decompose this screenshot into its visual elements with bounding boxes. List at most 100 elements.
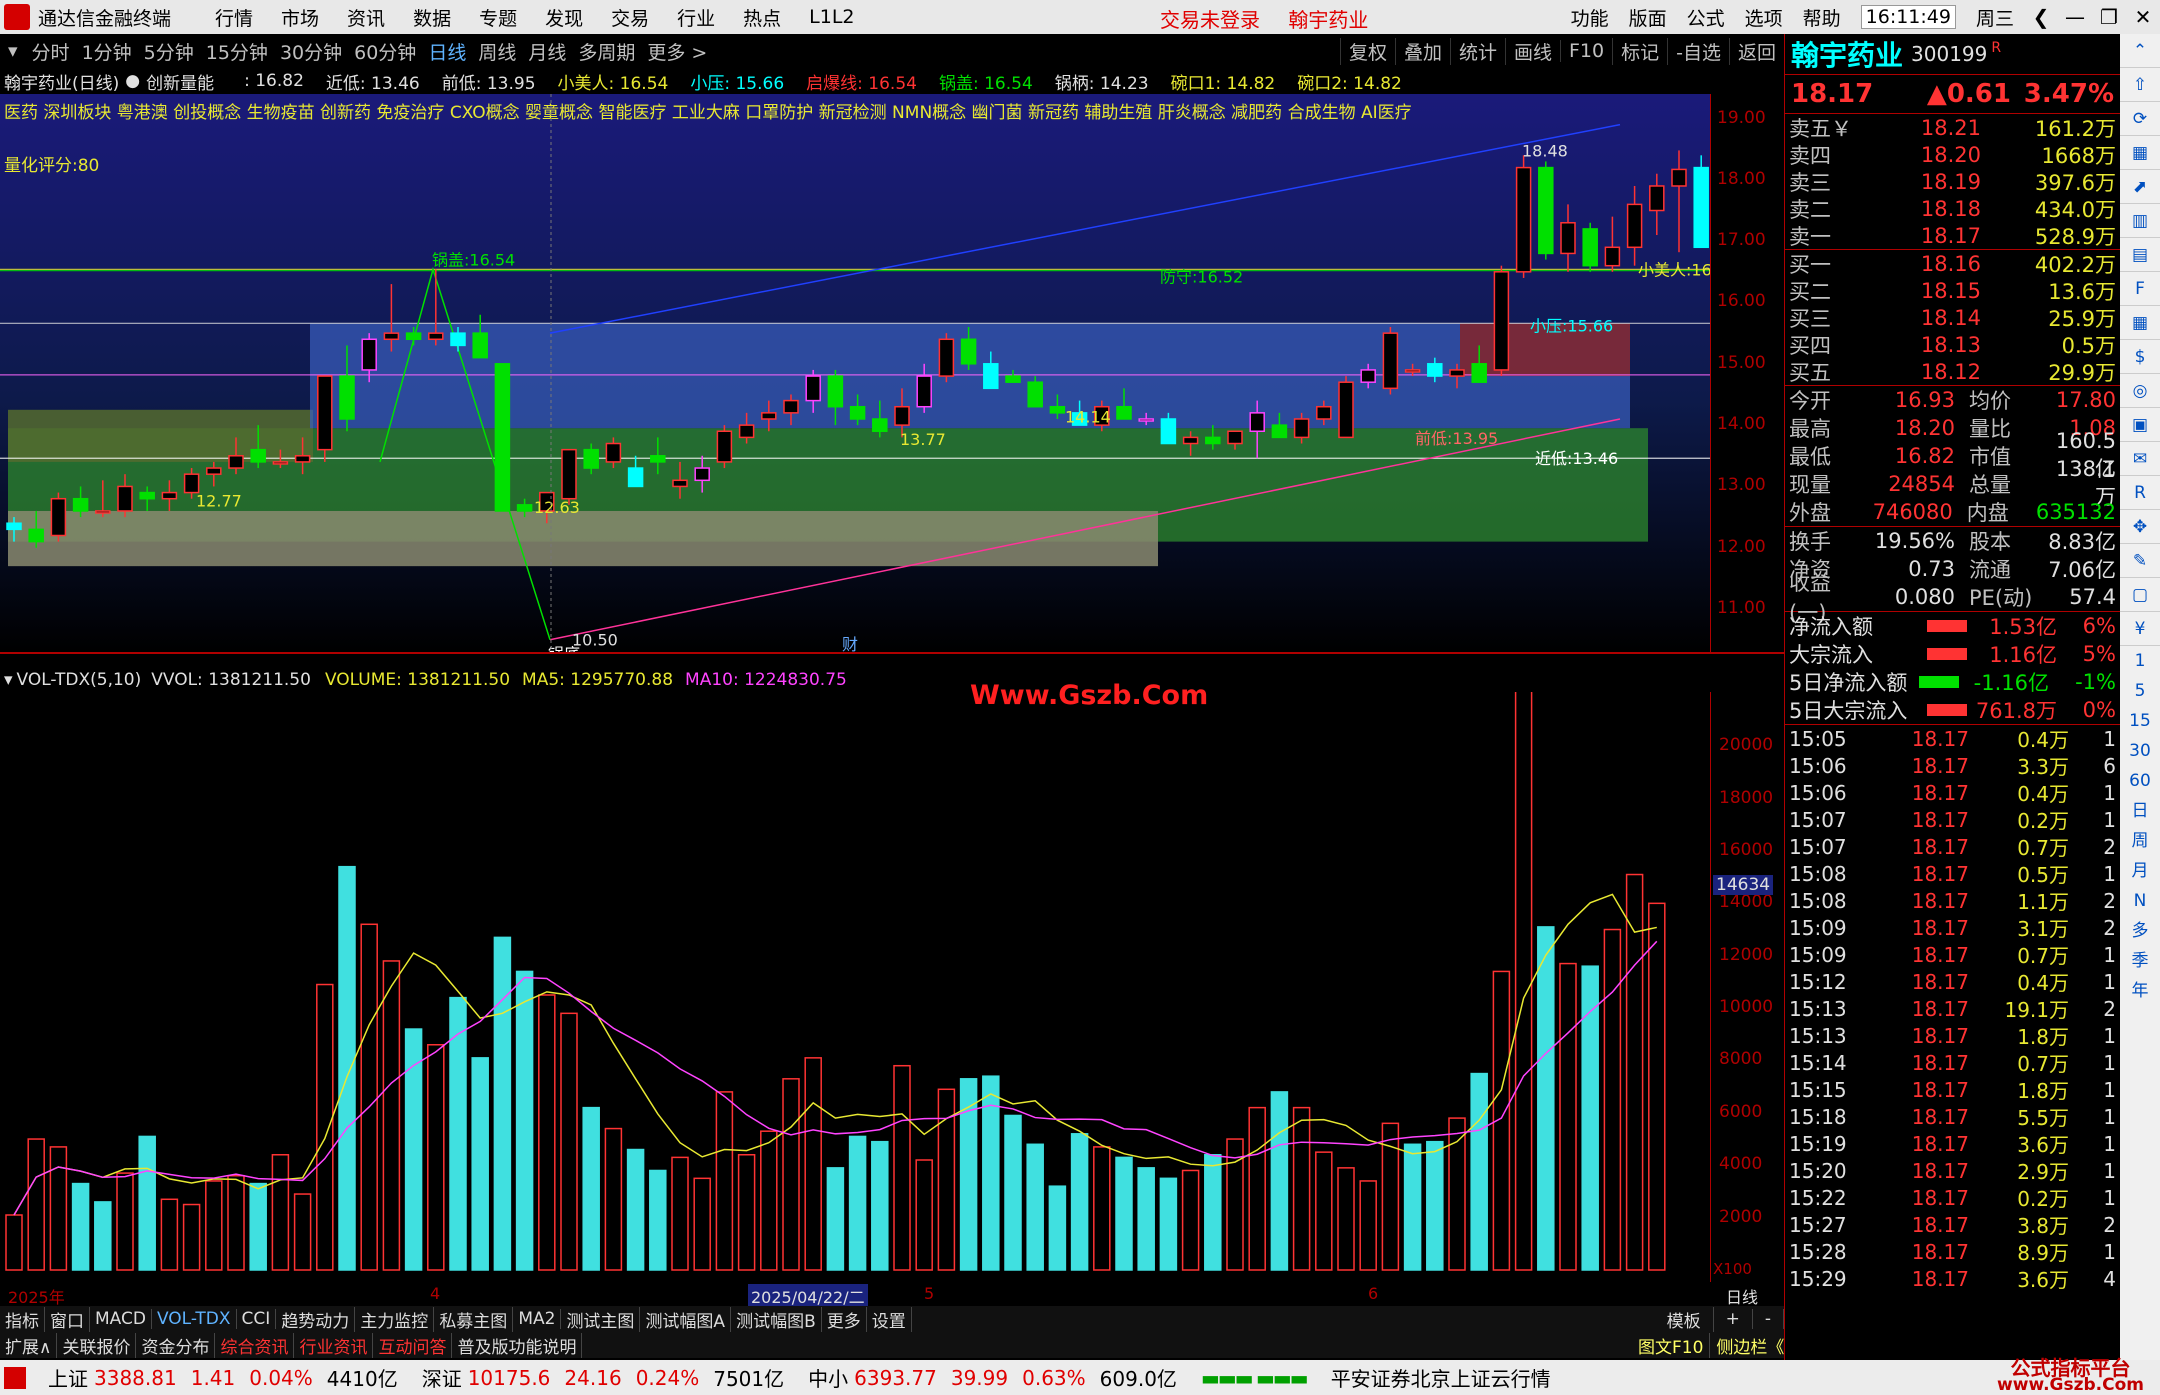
indicator-tab-right-2[interactable]: - bbox=[1753, 1309, 1784, 1329]
bid-row-4[interactable]: 买五 18.12 29.9万 bbox=[1785, 358, 2120, 385]
menu-item-5[interactable]: 发现 bbox=[545, 4, 583, 31]
tick-row-13[interactable]: 15:15 18.17 1.8万 1 bbox=[1785, 1076, 2120, 1104]
tool-button-5[interactable]: 标记 bbox=[1612, 37, 1667, 65]
tick-row-5[interactable]: 15:08 18.17 0.5万 1 bbox=[1785, 860, 2120, 888]
tick-row-6[interactable]: 15:08 18.17 1.1万 2 bbox=[1785, 887, 2120, 915]
tick-row-11[interactable]: 15:13 18.17 1.8万 1 bbox=[1785, 1022, 2120, 1050]
news-icon[interactable]: ▣ bbox=[2120, 408, 2160, 442]
right-menu-item-3[interactable]: 选项 bbox=[1745, 4, 1783, 31]
tick-row-19[interactable]: 15:28 18.17 8.9万 1 bbox=[1785, 1238, 2120, 1266]
side-period-5[interactable]: 季 bbox=[2120, 946, 2160, 976]
period-tab-2[interactable]: 5分钟 bbox=[138, 38, 200, 65]
tick-row-16[interactable]: 15:20 18.17 2.9万 1 bbox=[1785, 1157, 2120, 1185]
indicator-tab-3[interactable]: VOL-TDX bbox=[152, 1309, 237, 1329]
refresh-icon[interactable]: ⟳ bbox=[2120, 102, 2160, 136]
side-period-6[interactable]: 年 bbox=[2120, 976, 2160, 1006]
right-menu-item-1[interactable]: 版面 bbox=[1629, 4, 1667, 31]
ask-row-2[interactable]: 卖三 18.19 397.6万 bbox=[1785, 168, 2120, 195]
menu-item-7[interactable]: 行业 bbox=[677, 4, 715, 31]
tick-row-3[interactable]: 15:07 18.17 0.2万 1 bbox=[1785, 806, 2120, 834]
ask-row-0[interactable]: 卖五￥ 18.21 161.2万 bbox=[1785, 114, 2120, 141]
extension-tab-5[interactable]: 互动问答 bbox=[373, 1332, 453, 1358]
menu-item-8[interactable]: 热点 bbox=[743, 4, 781, 31]
tick-list[interactable]: 15:05 18.17 0.4万 1 15:06 18.17 3.3万 6 15:06 18.17… bbox=[1785, 725, 2120, 1293]
bid-row-2[interactable]: 买三 18.14 25.9万 bbox=[1785, 304, 2120, 331]
extension-tab-4[interactable]: 行业资讯 bbox=[294, 1332, 374, 1358]
expand-icon[interactable]: ⌃ bbox=[2120, 34, 2160, 68]
bid-row-1[interactable]: 买二 18.15 13.6万 bbox=[1785, 277, 2120, 304]
bid-row-3[interactable]: 买四 18.13 0.5万 bbox=[1785, 331, 2120, 358]
side-num-4[interactable]: 60 bbox=[2120, 766, 2160, 796]
volume-chart[interactable] bbox=[0, 692, 1710, 1282]
side-num-0[interactable]: 1 bbox=[2120, 646, 2160, 676]
chart-icon[interactable]: ▦ bbox=[2120, 136, 2160, 170]
extension-tab-right-0[interactable]: 图文F10 bbox=[1632, 1332, 1711, 1358]
tick-row-9[interactable]: 15:12 18.17 0.4万 1 bbox=[1785, 968, 2120, 996]
rsi-icon[interactable]: R bbox=[2120, 476, 2160, 510]
tick-row-4[interactable]: 15:07 18.17 0.7万 2 bbox=[1785, 833, 2120, 861]
tick-row-17[interactable]: 15:22 18.17 0.2万 1 bbox=[1785, 1184, 2120, 1212]
tick-row-12[interactable]: 15:14 18.17 0.7万 1 bbox=[1785, 1049, 2120, 1077]
tick-row-7[interactable]: 15:09 18.17 3.1万 2 bbox=[1785, 914, 2120, 942]
chart-indicator-name[interactable]: 创新量能 bbox=[146, 69, 214, 94]
index-item-1[interactable]: 深证 10175.6 24.16 0.24% 7501亿 bbox=[422, 1363, 798, 1392]
indicator-tab-right-0[interactable]: 模板 bbox=[1655, 1306, 1714, 1332]
indicator-tab-0[interactable]: 指标 bbox=[0, 1306, 45, 1332]
dropdown-icon[interactable]: ▾ bbox=[0, 40, 26, 62]
grid-icon[interactable]: ▦ bbox=[2120, 306, 2160, 340]
indicator-tab-12[interactable]: 更多 bbox=[822, 1306, 867, 1332]
period-tab-7[interactable]: 周线 bbox=[472, 38, 522, 65]
period-tab-1[interactable]: 1分钟 bbox=[76, 38, 138, 65]
menu-item-2[interactable]: 资讯 bbox=[347, 4, 385, 31]
tool-button-0[interactable]: 复权 bbox=[1339, 37, 1395, 65]
side-period-2[interactable]: 月 bbox=[2120, 856, 2160, 886]
money-icon[interactable]: ¥ bbox=[2120, 612, 2160, 646]
globe-icon[interactable]: ◎ bbox=[2120, 374, 2160, 408]
indicator-tab-7[interactable]: 私募主图 bbox=[434, 1306, 514, 1332]
tick-row-8[interactable]: 15:09 18.17 0.7万 1 bbox=[1785, 941, 2120, 969]
extension-tab-1[interactable]: 关联报价 bbox=[57, 1332, 137, 1358]
pen-icon[interactable]: ✎ bbox=[2120, 544, 2160, 578]
indicator-tab-11[interactable]: 测试幅图B bbox=[731, 1306, 822, 1332]
side-period-4[interactable]: 多 bbox=[2120, 916, 2160, 946]
index-item-0[interactable]: 上证 3388.81 1.41 0.04% 4410亿 bbox=[48, 1363, 412, 1392]
right-menu-item-2[interactable]: 公式 bbox=[1687, 4, 1725, 31]
indicator-tab-2[interactable]: MACD bbox=[90, 1309, 152, 1329]
right-menu-item-0[interactable]: 功能 bbox=[1571, 4, 1609, 31]
tick-row-2[interactable]: 15:06 18.17 0.4万 1 bbox=[1785, 779, 2120, 807]
period-tab-3[interactable]: 15分钟 bbox=[200, 38, 274, 65]
tick-row-10[interactable]: 15:13 18.17 19.1万 2 bbox=[1785, 995, 2120, 1023]
indicator-tab-1[interactable]: 窗口 bbox=[45, 1306, 90, 1332]
ask-row-4[interactable]: 卖一 18.17 528.9万 bbox=[1785, 222, 2120, 249]
period-tab-9[interactable]: 多周期 bbox=[572, 38, 641, 65]
quote-stock-name[interactable]: 翰宇药业 bbox=[1791, 34, 1903, 74]
indicator-tab-right-1[interactable]: + bbox=[1714, 1309, 1753, 1329]
tick-row-0[interactable]: 15:05 18.17 0.4万 1 bbox=[1785, 725, 2120, 753]
tick-row-1[interactable]: 15:06 18.17 3.3万 6 bbox=[1785, 752, 2120, 780]
right-menu-item-4[interactable]: 帮助 bbox=[1803, 4, 1841, 31]
side-num-3[interactable]: 30 bbox=[2120, 736, 2160, 766]
period-tab-10[interactable]: 更多 > bbox=[641, 38, 713, 65]
indicator-tab-10[interactable]: 测试幅图A bbox=[640, 1306, 732, 1332]
side-period-3[interactable]: N bbox=[2120, 886, 2160, 916]
tick-row-14[interactable]: 15:18 18.17 5.5万 1 bbox=[1785, 1103, 2120, 1131]
indicator-tab-13[interactable]: 设置 bbox=[867, 1306, 912, 1332]
period-tab-5[interactable]: 60分钟 bbox=[348, 38, 422, 65]
radio-icon[interactable]: ● bbox=[125, 71, 140, 91]
fs-icon[interactable]: ▢ bbox=[2120, 578, 2160, 612]
tool-button-2[interactable]: 统计 bbox=[1449, 37, 1505, 65]
tick-row-15[interactable]: 15:19 18.17 3.6万 1 bbox=[1785, 1130, 2120, 1158]
tool-button-1[interactable]: 叠加 bbox=[1394, 37, 1450, 65]
ask-row-1[interactable]: 卖四 18.20 1668万 bbox=[1785, 141, 2120, 168]
extension-tab-0[interactable]: 扩展∧ bbox=[0, 1332, 58, 1358]
indicator-tab-9[interactable]: 测试主图 bbox=[561, 1306, 641, 1332]
period-tab-4[interactable]: 30分钟 bbox=[274, 38, 348, 65]
tool-button-6[interactable]: -自选 bbox=[1667, 37, 1729, 65]
menu-item-3[interactable]: 数据 bbox=[413, 4, 451, 31]
kline-icon[interactable]: ▥ bbox=[2120, 204, 2160, 238]
table-icon[interactable]: ▤ bbox=[2120, 238, 2160, 272]
up-icon[interactable]: ⇧ bbox=[2120, 68, 2160, 102]
price-chart[interactable]: 锅盖:16.54 防守:16.52 小压:15.66 前低:13.95 近低:13.46… bbox=[0, 94, 1710, 652]
extension-tab-3[interactable]: 综合资讯 bbox=[215, 1332, 295, 1358]
fund-icon[interactable]: $ bbox=[2120, 340, 2160, 374]
